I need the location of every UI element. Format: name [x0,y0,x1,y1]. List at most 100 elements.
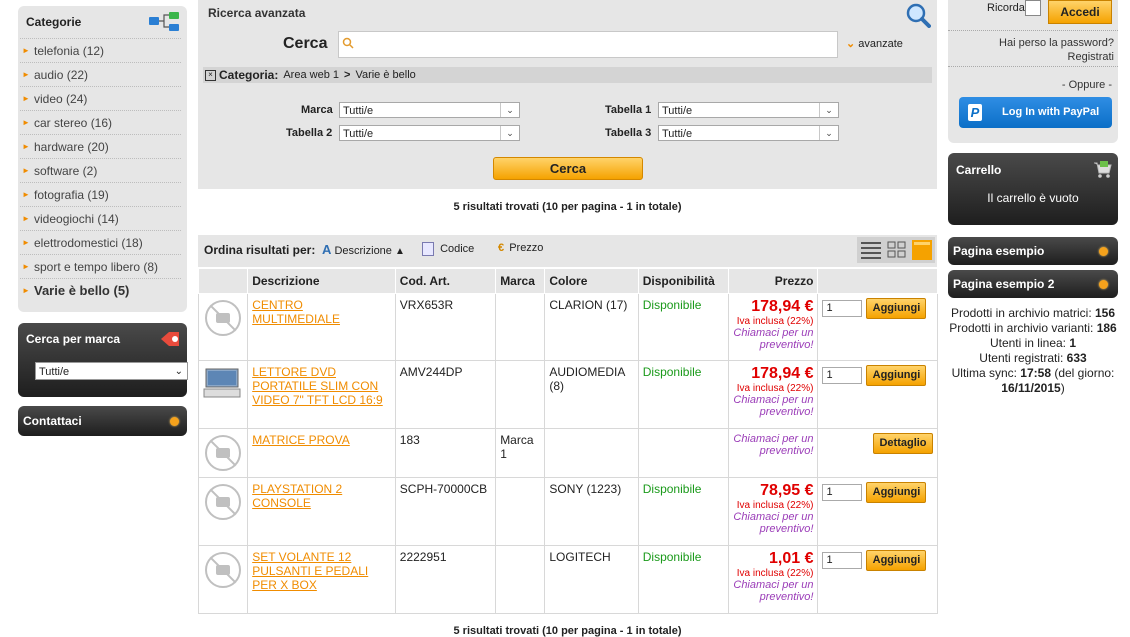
paypal-icon: P [968,104,982,121]
quote-request-link[interactable]: Chiamaci per un preventivo! [733,511,813,535]
product-name-link[interactable]: SET VOLANTE 12 PULSANTI E PEDALI PER X B… [252,550,368,592]
quantity-input[interactable]: 1 [822,484,863,501]
tabella2-select[interactable]: Tutti/e ⌄ [339,125,520,141]
product-image[interactable] [197,545,249,614]
category-item[interactable]: ► car stereo (16) [20,110,181,134]
stat-line: Prodotti in archivio matrici: 156 [948,306,1118,321]
product-name-link[interactable]: CENTRO MULTIMEDIALE [252,298,340,326]
product-image[interactable] [197,428,249,478]
tabella3-label: Tabella 3 [605,127,652,139]
detail-button[interactable]: Dettaglio [873,433,933,454]
remember-checkbox[interactable] [1025,0,1041,16]
product-image[interactable] [197,477,249,546]
category-item[interactable]: ► fotografia (19) [20,182,181,206]
brand-select[interactable]: Tutti/e ⌄ [35,362,188,380]
add-to-cart-button[interactable]: Aggiungi [866,482,927,503]
site-stats: Prodotti in archivio matrici: 156 Prodot… [948,306,1118,396]
arrow-right-icon: ► [22,166,30,175]
login-button[interactable]: Accedi [1048,0,1112,24]
results-summary-bottom: 5 risultati trovati (10 per pagina - 1 i… [453,625,682,637]
magnifier-icon[interactable] [905,2,931,28]
sort-description-label: Descrizione [334,245,392,257]
login-panel: Ricorda Accedi Hai perso la password? Re… [948,0,1118,143]
sort-by-code[interactable]: Codice [422,242,474,256]
category-item[interactable]: ► software (2) [20,158,181,182]
quote-request-link[interactable]: Chiamaci per un preventivo! [733,433,813,457]
add-to-cart-button[interactable]: Aggiungi [866,298,927,319]
stat-line: Utenti registrati: 633 [948,351,1118,366]
marca-select[interactable]: Tutti/e ⌄ [339,102,520,118]
paypal-login-button[interactable]: P Log In with PayPal [959,97,1112,128]
product-color: SONY (1223) [544,477,639,546]
add-to-cart-button[interactable]: Aggiungi [866,365,927,386]
add-to-cart-button[interactable]: Aggiungi [866,550,927,571]
no-photo-icon [205,552,242,588]
category-item[interactable]: ► hardware (20) [20,134,181,158]
product-price: 78,95 € [760,482,814,499]
page-link-2[interactable]: Pagina esempio 2 [948,270,1118,298]
category-item[interactable]: ► elettrodomestici (18) [20,230,181,254]
header-brand: Marca [495,268,546,294]
brand-tag-icon [161,332,179,346]
cart-panel: Carrello Il carrello è vuoto [948,153,1118,225]
header-color: Colore [544,268,639,294]
sort-by-price[interactable]: € Prezzo [498,242,543,254]
product-image[interactable] [197,360,249,429]
category-label: Varie è bello (5) [34,283,130,298]
sort-by-description[interactable]: A Descrizione ▲ [322,242,405,257]
tabella3-select[interactable]: Tutti/e ⌄ [658,125,839,141]
no-photo-icon [205,484,242,520]
product-name-link[interactable]: LETTORE DVD PORTATILE SLIM CON VIDEO 7" … [252,365,383,407]
register-link[interactable]: Registrati [1068,51,1114,63]
product-availability: Disponibile [637,477,730,546]
cart-empty-message: Il carrello è vuoto [987,191,1079,205]
table-row: MATRICE PROVA 183 Marca 1 Chiamaci per u… [197,428,938,478]
quantity-input[interactable]: 1 [822,552,863,569]
search-input[interactable] [338,31,838,58]
category-item[interactable]: ► videogiochi (14) [20,206,181,230]
category-item[interactable]: ► sport e tempo libero (8) [20,254,181,278]
category-tree-icon [149,12,179,31]
category-item[interactable]: ► audio (22) [20,62,181,86]
contacts-panel[interactable]: Contattaci [18,406,187,436]
breadcrumb-separator: > [344,69,351,81]
category-label: elettrodomestici (18) [34,235,143,250]
tabella1-select[interactable]: Tutti/e ⌄ [658,102,839,118]
advanced-toggle[interactable]: ⌄ avanzate [846,37,903,50]
vat-note: Iva inclusa (22%) [736,568,814,579]
categories-panel: Categorie ► telefonia (12) ► audio (22) ► v… [18,6,187,312]
advanced-label: avanzate [858,38,903,50]
page-link-1[interactable]: Pagina esempio [948,237,1118,265]
double-chevron-icon: ⌄ [846,38,856,50]
quote-request-link[interactable]: Chiamaci per un preventivo! [733,327,813,351]
breadcrumb-item[interactable]: Varie è bello [355,69,415,81]
tabella3-select-value: Tutti/e [662,128,693,140]
category-item[interactable]: ► telefonia (12) [20,38,181,62]
font-a-icon: A [322,242,332,257]
category-breadcrumb: × Categoria: Area web 1 > Varie è bello [203,67,932,83]
product-name-link[interactable]: PLAYSTATION 2 CONSOLE [252,482,342,510]
search-button[interactable]: Cerca [493,157,643,180]
stat-label: (del giorno: [1051,366,1115,380]
category-label: video (24) [34,91,88,106]
table-view-icon[interactable] [912,240,932,260]
category-item[interactable]: ► video (24) [20,86,181,110]
list-view-icon[interactable] [861,241,881,259]
breadcrumb-item[interactable]: Area web 1 [283,69,339,81]
arrow-right-icon: ► [22,46,30,55]
category-item-active[interactable]: ► Varie è bello (5) [20,278,181,302]
product-name-link[interactable]: MATRICE PROVA [252,433,350,447]
collapse-box-icon[interactable]: × [205,69,216,81]
quote-request-link[interactable]: Chiamaci per un preventivo! [733,579,813,603]
category-label: software (2) [34,163,98,178]
product-code: SCPH-70000CB [394,477,497,546]
no-photo-icon [205,435,242,471]
chevron-down-icon: ⌄ [500,103,519,117]
quantity-input[interactable]: 1 [822,367,863,384]
quote-request-link[interactable]: Chiamaci per un preventivo! [733,394,813,418]
lost-password-link[interactable]: Hai perso la password? [999,37,1114,49]
grid-view-icon[interactable] [887,241,907,259]
stat-value: 186 [1096,321,1117,335]
product-image[interactable] [197,293,249,361]
quantity-input[interactable]: 1 [822,300,863,317]
